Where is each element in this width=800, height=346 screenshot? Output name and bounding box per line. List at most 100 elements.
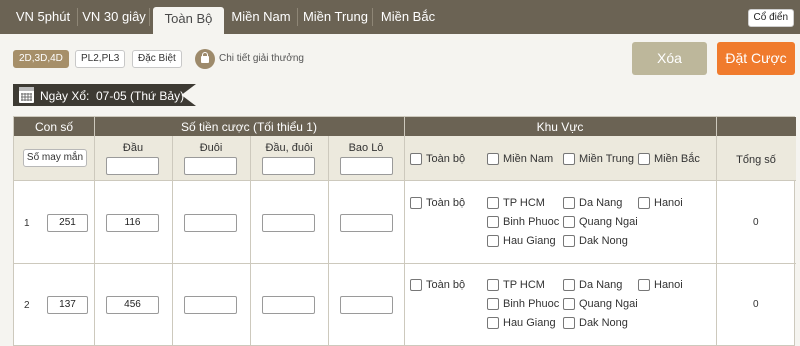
checkbox-box[interactable] [487,216,499,228]
checkbox-box[interactable] [487,279,499,291]
checkbox-box[interactable] [563,153,575,165]
row-divider [14,263,796,264]
place-bet-button[interactable]: Đặt Cược [717,42,795,75]
tab-toan-bo[interactable]: Toàn Bộ [153,7,224,34]
region-quang-ngai-checkbox[interactable]: Quang Ngai [563,216,638,228]
column-divider [250,136,251,346]
amount-bao-lo-all-input[interactable] [340,157,393,175]
region-tp-hcm-checkbox[interactable]: TP HCM [487,279,545,291]
region-toan-bo-checkbox[interactable]: Toàn bộ [410,197,465,209]
checkbox-box[interactable] [410,279,422,291]
amount-dau-duoi-all-input[interactable] [262,157,315,175]
amount-dau-all-input[interactable] [106,157,159,175]
filter-mien-bac-checkbox[interactable]: Miền Bắc [638,153,700,165]
amount-bao-lo-input[interactable] [340,214,393,232]
checkbox-label: Quang Ngai [579,298,638,310]
tab-vn-5-phut[interactable]: VN 5phút [8,6,78,28]
checkbox-box[interactable] [563,216,575,228]
checkbox-box[interactable] [410,153,422,165]
amount-duoi-input[interactable] [184,296,237,314]
checkbox-box[interactable] [638,197,650,209]
checkbox-box[interactable] [563,317,575,329]
checkbox-label: Miền Nam [503,153,554,165]
region-hanoi-checkbox[interactable]: Hanoi [638,197,683,209]
header-bao-lo: Bao Lô [348,142,384,154]
amount-dau-input[interactable]: 116 [106,214,159,232]
checkbox-box[interactable] [563,235,575,247]
region-dak-nong-checkbox[interactable]: Dak Nong [563,235,628,247]
number-input[interactable]: 137 [47,296,88,314]
checkbox-label: Dak Nong [579,317,628,329]
checkbox-box[interactable] [563,298,575,310]
game-type-dac-biet[interactable]: Đặc Biệt [132,50,182,68]
classic-view-button[interactable]: Cổ điển [747,9,794,27]
game-type-pl2pl3[interactable]: PL2,PL3 [75,50,126,68]
column-divider [404,117,405,346]
region-dak-nong-checkbox[interactable]: Dak Nong [563,317,628,329]
checkbox-box[interactable] [638,153,650,165]
checkbox-label: Hau Giang [503,235,556,247]
checkbox-label: Hanoi [654,197,683,209]
region-binh-phuoc-checkbox[interactable]: Binh Phuoc [487,298,559,310]
checkbox-box[interactable] [487,317,499,329]
amount-dau-duoi-input[interactable] [262,214,315,232]
region-da-nang-checkbox[interactable]: Da Nang [563,279,622,291]
checkbox-box[interactable] [487,235,499,247]
filter-mien-nam-checkbox[interactable]: Miền Nam [487,153,553,165]
tab-mien-bac[interactable]: Miền Bắc [373,6,443,28]
amount-dau-duoi-input[interactable] [262,296,315,314]
checkbox-box[interactable] [410,197,422,209]
column-divider [328,136,329,346]
header-amount: Số tiền cược (Tối thiểu 1) [181,120,317,134]
filter-mien-trung-checkbox[interactable]: Miền Trung [563,153,634,165]
checkbox-label: Toàn bộ [426,279,466,291]
region-hanoi-checkbox[interactable]: Hanoi [638,279,683,291]
amount-bao-lo-input[interactable] [340,296,393,314]
checkbox-label: Dak Nong [579,235,628,247]
region-toan-bo-checkbox[interactable]: Toàn bộ [410,279,465,291]
amount-duoi-all-input[interactable] [184,157,237,175]
filter-toan-bo-checkbox[interactable]: Toàn bộ [410,153,465,165]
checkbox-label: Toàn bộ [426,197,466,209]
header-region: Khu Vực [536,120,584,134]
header-number: Con số [34,120,74,134]
header-total: Tổng số [736,154,776,166]
prize-details-link[interactable]: Chi tiết giải thưởng [219,53,304,64]
checkbox-label: Miền Trung [579,153,635,165]
calendar-icon [19,87,34,103]
checkbox-box[interactable] [563,197,575,209]
prize-bag-icon[interactable] [195,49,215,69]
checkbox-box[interactable] [638,279,650,291]
checkbox-label: Hau Giang [503,317,556,329]
region-hau-giang-checkbox[interactable]: Hau Giang [487,235,556,247]
amount-duoi-input[interactable] [184,214,237,232]
region-tp-hcm-checkbox[interactable]: TP HCM [487,197,545,209]
number-input[interactable]: 251 [47,214,88,232]
checkbox-label: Binh Phuoc [503,298,560,310]
lucky-number-button[interactable]: Số may mắn [23,149,87,167]
checkbox-label: Miền Bắc [654,153,700,165]
column-divider [172,136,173,346]
checkbox-box[interactable] [487,153,499,165]
game-type-2d3d4d[interactable]: 2D,3D,4D [13,50,69,68]
region-hau-giang-checkbox[interactable]: Hau Giang [487,317,556,329]
tab-mien-nam[interactable]: Miền Nam [224,6,298,28]
clear-button[interactable]: Xóa [632,42,707,75]
region-quang-ngai-checkbox[interactable]: Quang Ngai [563,298,638,310]
tab-mien-trung[interactable]: Miền Trung [298,6,373,28]
checkbox-box[interactable] [487,298,499,310]
header-dau-duoi: Đầu, đuôi [265,142,313,154]
bet-table: Con số Số tiền cược (Tối thiểu 1) Khu Vự… [13,116,796,346]
amount-dau-input[interactable]: 456 [106,296,159,314]
checkbox-box[interactable] [487,197,499,209]
row-divider [14,180,796,181]
row-index: 1 [24,218,30,229]
row-total: 0 [753,299,759,310]
checkbox-box[interactable] [563,279,575,291]
region-binh-phuoc-checkbox[interactable]: Binh Phuoc [487,216,559,228]
checkbox-label: Hanoi [654,279,683,291]
tab-vn-30-giay[interactable]: VN 30 giây [78,6,150,28]
region-da-nang-checkbox[interactable]: Da Nang [563,197,622,209]
draw-date-value: 07-05 (Thứ Bảy) [96,89,185,103]
column-divider [716,117,717,346]
